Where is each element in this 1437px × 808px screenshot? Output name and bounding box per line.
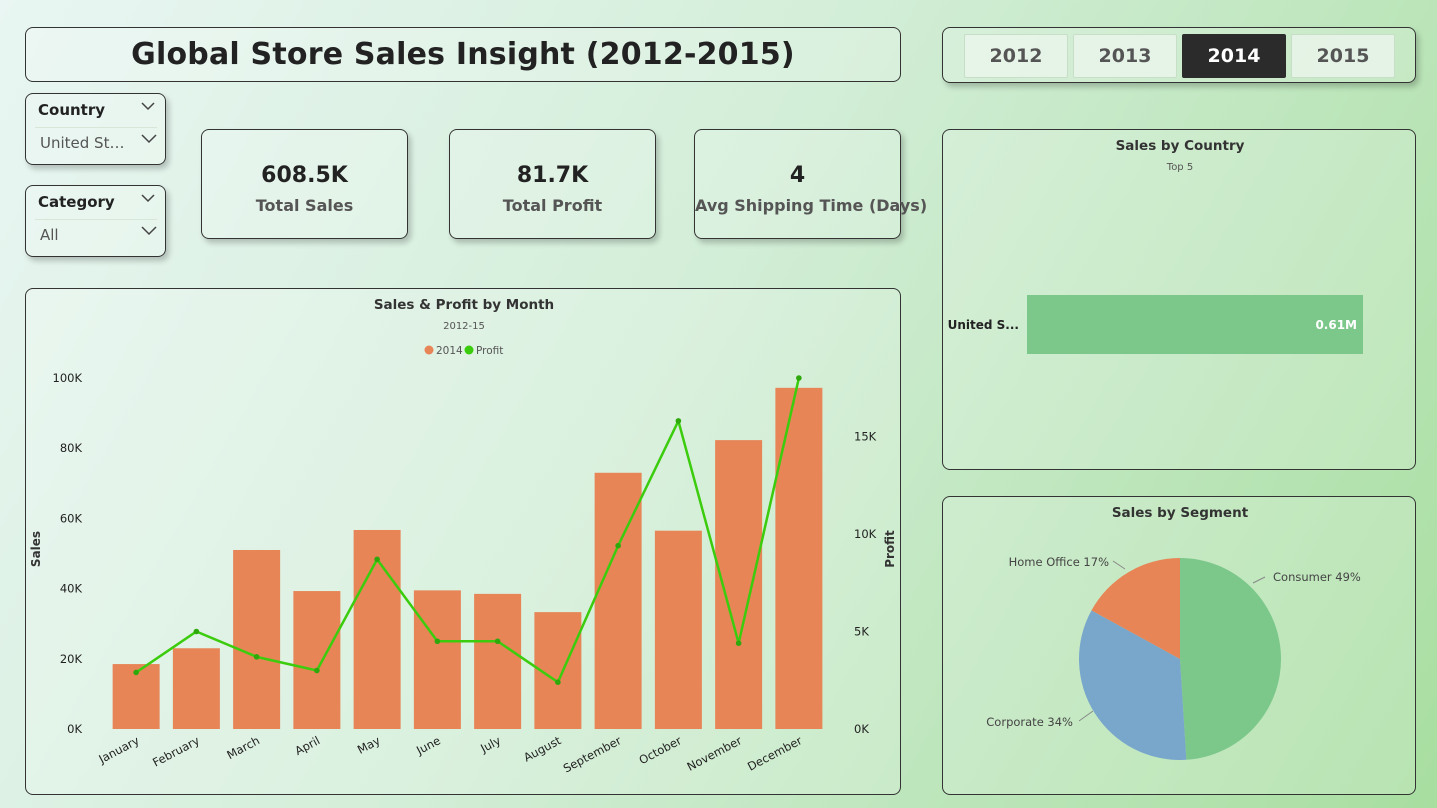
pie-slice-consumer <box>1180 558 1281 760</box>
chart-subtitle: 2012-15 <box>443 321 485 332</box>
profit-point-may <box>374 556 380 563</box>
sales-by-segment-card: Sales by Segment Consumer 49% Corporate 34… <box>942 496 1416 795</box>
profit-point-march <box>253 654 260 660</box>
country-dropdown-value: United Stat... <box>40 134 132 152</box>
x-tick-label: June <box>413 733 443 758</box>
legend-marker-sales <box>424 345 434 355</box>
y2-tick-label: 15K <box>854 430 877 444</box>
kpi-avg-shipping: 4 Avg Shipping Time (Days) <box>694 129 928 239</box>
y2-tick-label: 10K <box>854 527 877 541</box>
chevron-down-icon[interactable] <box>141 102 155 111</box>
pie-leader-line <box>1078 710 1094 722</box>
chart-title: Sales by Country <box>1116 138 1245 154</box>
y-tick-label: 80K <box>60 441 83 455</box>
chart-title: Sales & Profit by Month <box>374 297 554 313</box>
x-tick-label: April <box>292 733 322 758</box>
profit-point-april <box>314 667 320 674</box>
kpi-value: 608.5K <box>261 163 348 188</box>
title-card: Global Store Sales Insight (2012-2015) <box>25 27 901 82</box>
chevron-down-icon[interactable] <box>141 194 155 203</box>
country-bar <box>1027 295 1363 354</box>
country-slicer: Country United Stat... <box>25 93 166 165</box>
y-tick-label: 0K <box>67 722 82 736</box>
chart-subtitle: Top 5 <box>1166 162 1193 173</box>
y-tick-label: 100K <box>53 371 83 385</box>
kpi-label: Total Profit <box>502 196 603 215</box>
legend-label-profit: Profit <box>476 345 503 357</box>
year-button-2015[interactable]: 2015 <box>1291 34 1395 78</box>
pie-data-label: Consumer 49% <box>1273 570 1361 584</box>
profit-point-july <box>494 638 501 645</box>
country-value-label: 0.61M <box>1315 318 1357 332</box>
kpi-label: Total Sales <box>255 196 354 215</box>
pie-data-label: Corporate 34% <box>986 715 1073 729</box>
country-label: United S... <box>948 318 1019 332</box>
category-dropdown[interactable]: All <box>35 219 157 247</box>
bar-july <box>474 593 522 729</box>
bar-april <box>293 591 341 729</box>
y-tick-label: 40K <box>60 582 83 596</box>
year-button-2014[interactable]: 2014 <box>1182 34 1286 78</box>
x-tick-label: September <box>561 733 624 775</box>
kpi-value: 81.7K <box>516 163 589 188</box>
chart-title: Sales by Segment <box>1112 505 1249 521</box>
profit-point-october <box>675 418 682 424</box>
country-slicer-label: Country <box>38 101 106 119</box>
pie-data-label: Home Office 17% <box>1009 555 1109 569</box>
x-tick-label: July <box>477 733 503 756</box>
profit-point-december <box>796 375 802 381</box>
bar-december <box>775 387 823 729</box>
x-tick-label: December <box>745 733 804 773</box>
kpi-label: Avg Shipping Time (Days) <box>695 196 928 215</box>
x-tick-label: October <box>637 733 684 767</box>
year-slicer: 2012 2013 2014 2015 <box>942 27 1416 83</box>
category-slicer-label: Category <box>38 193 115 211</box>
x-tick-label: February <box>150 733 202 769</box>
sales-by-country-chart: Sales by Country Top 5 United S... 0.61M <box>948 138 1363 354</box>
category-dropdown-value: All <box>40 226 59 244</box>
sales-by-segment-chart: Sales by Segment Consumer 49% Corporate 34… <box>986 505 1361 760</box>
bar-february <box>172 648 220 729</box>
x-tick-label: August <box>521 733 564 764</box>
x-tick-label: May <box>355 733 383 757</box>
profit-point-june <box>434 638 441 645</box>
sales-profit-chart-card: Sales & Profit by Month 2012-15 2014 Profit… <box>25 288 901 795</box>
sales-by-country-card: Sales by Country Top 5 United S... 0.61M <box>942 129 1416 470</box>
legend-label-sales: 2014 <box>436 345 463 357</box>
kpi-value: 4 <box>789 163 806 188</box>
bar-october <box>654 530 702 729</box>
x-tick-label: January <box>96 733 142 766</box>
y2-tick-label: 5K <box>854 625 869 639</box>
y2-axis-title: Profit <box>883 530 897 568</box>
chevron-down-icon[interactable] <box>141 134 157 144</box>
y2-tick-label: 0K <box>854 722 869 736</box>
profit-point-january <box>133 669 139 676</box>
profit-point-february <box>193 628 200 635</box>
x-tick-label: November <box>685 733 745 774</box>
year-button-2012[interactable]: 2012 <box>964 34 1068 78</box>
bar-march <box>233 549 281 729</box>
category-slicer: Category All <box>25 185 166 257</box>
kpi-total-profit: 81.7K Total Profit <box>449 129 656 239</box>
y-tick-label: 20K <box>60 652 83 666</box>
y-tick-label: 60K <box>60 511 83 525</box>
chevron-down-icon[interactable] <box>141 226 157 236</box>
page-title: Global Store Sales Insight (2012-2015) <box>131 37 795 72</box>
profit-point-august <box>555 679 561 685</box>
kpi-total-sales: 608.5K Total Sales <box>201 129 408 239</box>
bar-june <box>413 590 461 729</box>
profit-point-september <box>615 542 621 549</box>
year-button-2013[interactable]: 2013 <box>1073 34 1177 78</box>
country-dropdown[interactable]: United Stat... <box>35 127 157 155</box>
pie-leader-line <box>1252 576 1266 584</box>
profit-point-november <box>735 640 742 646</box>
sales-profit-chart: Sales & Profit by Month 2012-15 2014 Profit… <box>29 297 897 775</box>
legend-marker-profit <box>464 345 474 355</box>
y-axis-title: Sales <box>29 531 43 567</box>
pie-leader-line <box>1112 560 1126 570</box>
x-tick-label: March <box>225 733 263 762</box>
